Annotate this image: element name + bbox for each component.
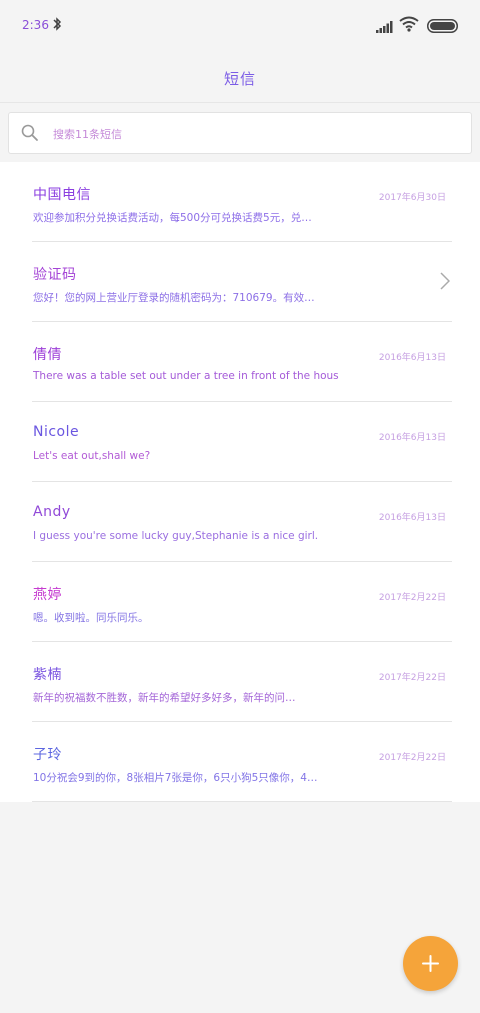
message-row[interactable]: 倩倩 2016年6月13日 There was a table set out … <box>0 322 480 402</box>
message-date: 2016年6月13日 <box>378 513 446 523</box>
message-preview: 新年的祝福数不胜数，新年的希望好多好多，新年的问… <box>33 692 296 704</box>
message-row[interactable]: 燕婷 2017年2月22日 嗯。收到啦。同乐同乐。 <box>0 562 480 642</box>
message-row[interactable]: Andy 2016年6月13日 I guess you're some luck… <box>0 482 480 562</box>
message-row[interactable]: 验证码 您好！您的网上营业厅登录的随机密码为：710679。有效… <box>0 242 480 322</box>
chevron-right-icon[interactable] <box>440 272 451 294</box>
message-preview: There was a table set out under a tree i… <box>33 370 339 382</box>
message-preview: I guess you're some lucky guy,Stephanie … <box>33 530 319 542</box>
contact-name: 验证码 <box>33 267 77 283</box>
message-date: 2017年2月22日 <box>378 593 446 603</box>
status-bar: 2:36 <box>0 0 480 52</box>
message-preview: 您好！您的网上营业厅登录的随机密码为：710679。有效… <box>33 292 315 304</box>
message-date: 2017年6月30日 <box>378 193 446 203</box>
contact-name: Nicole <box>33 424 80 440</box>
message-date: 2017年2月22日 <box>378 673 446 683</box>
message-preview: 欢迎参加积分兑换话费活动，每500分可兑换话费5元，兑… <box>33 212 312 224</box>
message-row[interactable]: 子玲 2017年2月22日 10分祝会9到的你，8张相片7张是你，6只小狗5只像… <box>0 722 480 802</box>
message-preview: 10分祝会9到的你，8张相片7张是你，6只小狗5只像你，4… <box>33 772 318 784</box>
wifi-icon <box>399 16 419 36</box>
message-preview: 嗯。收到啦。同乐同乐。 <box>33 612 149 624</box>
page-title: 短信 <box>223 70 256 88</box>
status-time: 2:36 <box>22 18 49 32</box>
message-date: 2016年6月13日 <box>378 353 446 363</box>
search-box[interactable] <box>8 112 472 154</box>
plus-icon <box>422 955 439 976</box>
contact-name: 燕婷 <box>33 587 62 603</box>
message-list: 中国电信 2017年6月30日 欢迎参加积分兑换话费活动，每500分可兑换话费5… <box>0 162 480 802</box>
bluetooth-icon <box>52 16 62 36</box>
message-date: 2017年2月22日 <box>378 753 446 763</box>
new-message-button[interactable] <box>403 936 458 991</box>
contact-name: 中国电信 <box>33 187 91 203</box>
divider <box>32 801 452 802</box>
message-preview: Let's eat out,shall we? <box>33 450 151 462</box>
contact-name: 倩倩 <box>33 347 62 363</box>
contact-name: Andy <box>33 504 71 520</box>
contact-name: 子玲 <box>33 747 62 763</box>
message-date: 2016年6月13日 <box>378 433 446 443</box>
search-icon <box>21 124 39 146</box>
title-bar: 短信 <box>0 52 480 102</box>
contact-name: 紫楠 <box>33 667 62 683</box>
search-area <box>0 102 480 163</box>
signal-icon <box>376 18 393 37</box>
message-row[interactable]: 紫楠 2017年2月22日 新年的祝福数不胜数，新年的希望好多好多，新年的问… <box>0 642 480 722</box>
message-row[interactable]: Nicole 2016年6月13日 Let's eat out,shall we… <box>0 402 480 482</box>
search-input[interactable] <box>51 123 455 145</box>
battery-icon <box>427 18 459 37</box>
message-row[interactable]: 中国电信 2017年6月30日 欢迎参加积分兑换话费活动，每500分可兑换话费5… <box>0 162 480 242</box>
